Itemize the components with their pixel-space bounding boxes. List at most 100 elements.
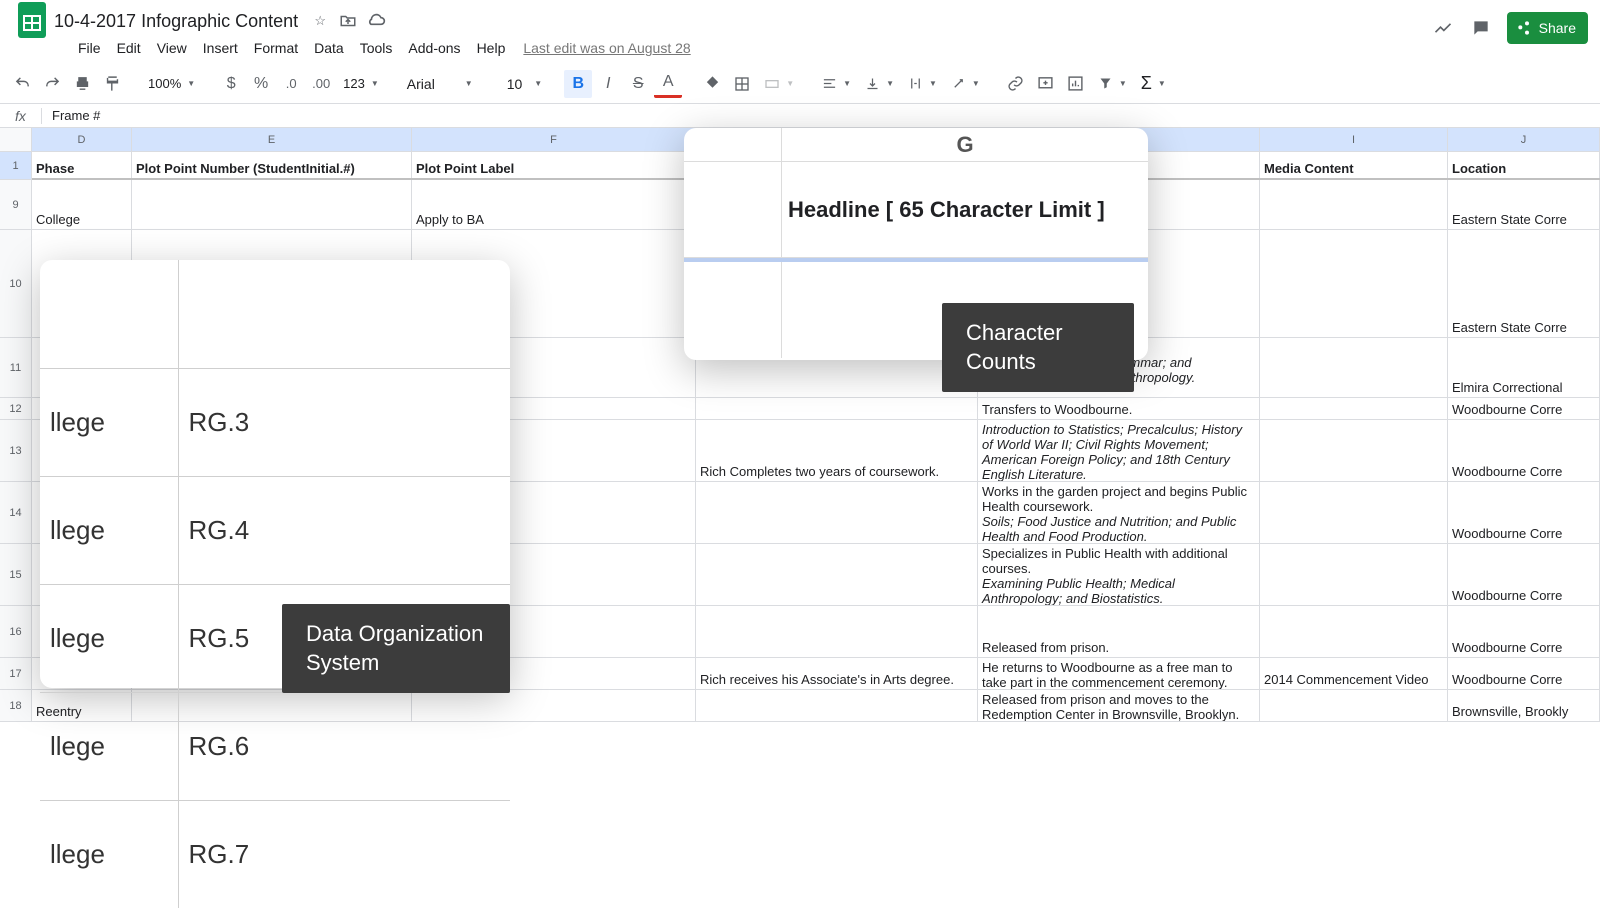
menu-view[interactable]: View: [149, 36, 195, 60]
col-head-j[interactable]: J: [1448, 128, 1600, 152]
insert-link-icon[interactable]: [1002, 70, 1030, 98]
insert-comment-icon[interactable]: [1032, 70, 1060, 98]
increase-decimal-icon[interactable]: .00: [307, 70, 335, 98]
cell[interactable]: Woodbourne Corre: [1448, 658, 1600, 689]
explore-icon[interactable]: [1431, 16, 1455, 40]
undo-icon[interactable]: [8, 70, 36, 98]
menu-help[interactable]: Help: [469, 36, 514, 60]
cell[interactable]: Media Content: [1260, 152, 1448, 178]
cell[interactable]: Released from prison and moves to the Re…: [978, 690, 1260, 721]
bold-button[interactable]: B: [564, 70, 592, 98]
cell[interactable]: Woodbourne Corre: [1448, 420, 1600, 481]
share-button[interactable]: Share: [1507, 12, 1588, 44]
cell[interactable]: Elmira Correctional: [1448, 338, 1600, 397]
formula-input[interactable]: Frame #: [42, 108, 1600, 123]
row-head-18[interactable]: 18: [0, 690, 31, 722]
cell[interactable]: Brownsville, Brookly: [1448, 690, 1600, 721]
cell[interactable]: [1260, 544, 1448, 605]
cell[interactable]: Woodbourne Corre: [1448, 398, 1600, 419]
row-head-10[interactable]: 10: [0, 230, 31, 338]
cell[interactable]: [1260, 690, 1448, 721]
menu-file[interactable]: File: [70, 36, 109, 60]
functions-dropdown[interactable]: Σ▼: [1135, 71, 1172, 97]
cloud-status-icon[interactable]: [366, 11, 386, 31]
cell[interactable]: [1260, 230, 1448, 337]
cell[interactable]: College: [32, 180, 132, 229]
zoom-dropdown[interactable]: 100%▼: [142, 71, 201, 97]
cell[interactable]: He returns to Woodbourne as a free man t…: [978, 658, 1260, 689]
row-head-14[interactable]: 14: [0, 482, 31, 544]
cell[interactable]: [1260, 180, 1448, 229]
col-head-d[interactable]: D: [32, 128, 132, 152]
percent-icon[interactable]: %: [247, 70, 275, 98]
cell[interactable]: [1260, 606, 1448, 657]
row-head-15[interactable]: 15: [0, 544, 31, 606]
cell[interactable]: Apply to BA: [412, 180, 696, 229]
row-head-11[interactable]: 11: [0, 338, 31, 398]
cell[interactable]: Released from prison.: [978, 606, 1260, 657]
col-head-f[interactable]: F: [412, 128, 696, 152]
italic-button[interactable]: I: [594, 70, 622, 98]
number-format-dropdown[interactable]: 123▼: [337, 71, 385, 97]
row-head-9[interactable]: 9: [0, 180, 31, 230]
insert-chart-icon[interactable]: [1062, 70, 1090, 98]
cell[interactable]: [696, 606, 978, 657]
halign-dropdown[interactable]: ▼: [816, 71, 857, 97]
text-color-button[interactable]: A: [654, 70, 682, 98]
cell[interactable]: Plot Point Number (StudentInitial.#): [132, 152, 412, 178]
row-head-13[interactable]: 13: [0, 420, 31, 482]
cell[interactable]: Rich receives his Associate's in Arts de…: [696, 658, 978, 689]
row-head-12[interactable]: 12: [0, 398, 31, 420]
cell[interactable]: Works in the garden project and begins P…: [978, 482, 1260, 543]
cell[interactable]: Transfers to Woodbourne.: [978, 398, 1260, 419]
move-folder-icon[interactable]: [338, 11, 358, 31]
cell[interactable]: Woodbourne Corre: [1448, 544, 1600, 605]
comments-icon[interactable]: [1469, 16, 1493, 40]
cell[interactable]: [1260, 482, 1448, 543]
font-family-dropdown[interactable]: Arial▼: [401, 71, 479, 97]
filter-dropdown[interactable]: ▼: [1092, 71, 1133, 97]
menu-edit[interactable]: Edit: [109, 36, 149, 60]
menu-addons[interactable]: Add-ons: [400, 36, 468, 60]
cell[interactable]: [1260, 398, 1448, 419]
cell[interactable]: Woodbourne Corre: [1448, 482, 1600, 543]
cell[interactable]: Specializes in Public Health with additi…: [978, 544, 1260, 605]
cell[interactable]: Phase: [32, 152, 132, 178]
print-icon[interactable]: [68, 70, 96, 98]
cell[interactable]: [132, 180, 412, 229]
merge-cells-dropdown[interactable]: ▼: [758, 71, 800, 97]
cell[interactable]: Introduction to Statistics; Precalculus;…: [978, 420, 1260, 481]
currency-icon[interactable]: $: [217, 70, 245, 98]
col-head-e[interactable]: E: [132, 128, 412, 152]
star-icon[interactable]: ☆: [310, 11, 330, 31]
borders-icon[interactable]: [728, 70, 756, 98]
rotate-dropdown[interactable]: ▼: [945, 71, 986, 97]
row-head-17[interactable]: 17: [0, 658, 31, 690]
fill-color-icon[interactable]: [698, 70, 726, 98]
row-head-1[interactable]: 1: [0, 152, 31, 180]
cell[interactable]: Rich Completes two years of coursework.: [696, 420, 978, 481]
cell[interactable]: 2014 Commencement Video: [1260, 658, 1448, 689]
paint-format-icon[interactable]: [98, 70, 126, 98]
document-title[interactable]: 10-4-2017 Infographic Content: [54, 11, 298, 32]
cell[interactable]: [1260, 420, 1448, 481]
cell[interactable]: [696, 544, 978, 605]
cell[interactable]: Eastern State Corre: [1448, 180, 1600, 229]
menu-tools[interactable]: Tools: [352, 36, 401, 60]
menu-format[interactable]: Format: [246, 36, 306, 60]
cell[interactable]: Woodbourne Corre: [1448, 606, 1600, 657]
font-size-dropdown[interactable]: 10▼: [495, 71, 549, 97]
decrease-decimal-icon[interactable]: .0: [277, 70, 305, 98]
cell[interactable]: Plot Point Label: [412, 152, 696, 178]
cell[interactable]: [696, 398, 978, 419]
cell[interactable]: Eastern State Corre: [1448, 230, 1600, 337]
cell[interactable]: Location: [1448, 152, 1600, 178]
cell[interactable]: [1260, 338, 1448, 397]
menu-data[interactable]: Data: [306, 36, 352, 60]
cell[interactable]: [696, 482, 978, 543]
row-head-16[interactable]: 16: [0, 606, 31, 658]
redo-icon[interactable]: [38, 70, 66, 98]
last-edit-link[interactable]: Last edit was on August 28: [523, 40, 690, 56]
valign-dropdown[interactable]: ▼: [859, 71, 900, 97]
strikethrough-button[interactable]: S: [624, 70, 652, 98]
